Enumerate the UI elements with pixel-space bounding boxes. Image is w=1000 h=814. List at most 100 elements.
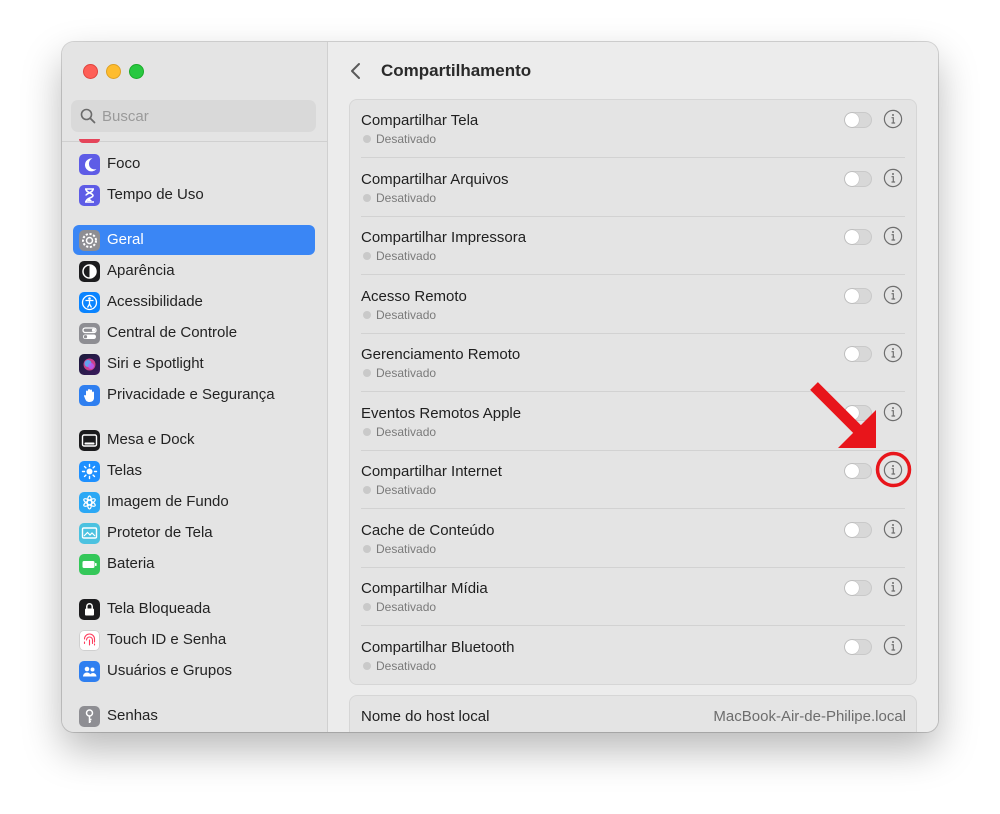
service-status: Desativado	[376, 307, 437, 322]
red-circle-annotation-icon	[875, 451, 912, 488]
sidebar: Buscar Foco Tempo de Uso Geral Aparência…	[62, 42, 328, 732]
service-toggle[interactable]	[844, 580, 872, 596]
service-status: Desativado	[376, 658, 437, 673]
toggles-icon	[79, 323, 100, 344]
sidebar-item-label: Usuários e Grupos	[107, 662, 233, 679]
sidebar-item-tempo-de-uso[interactable]: Tempo de Uso	[73, 180, 315, 210]
local-hostname-row[interactable]: Nome do host local MacBook-Air-de-Philip…	[349, 695, 917, 732]
key-icon	[79, 706, 100, 727]
info-icon[interactable]	[883, 285, 903, 305]
sidebar-item-label: Acessibilidade	[107, 293, 203, 310]
sidebar-item-bateria[interactable]: Bateria	[73, 549, 315, 579]
sidebar-item-geral[interactable]: Geral	[73, 225, 315, 255]
sidebar-item-foco[interactable]: Foco	[73, 149, 315, 179]
info-icon[interactable]	[883, 577, 903, 597]
sidebar-item-senhas[interactable]: Senhas	[73, 701, 315, 731]
minimize-window-button[interactable]	[106, 64, 121, 79]
service-name: Compartilhar Tela	[361, 112, 479, 129]
service-toggle[interactable]	[844, 287, 872, 304]
users-icon	[79, 661, 100, 682]
sharing-row-cache-de-conteudo: Cache de Conteúdo Desativado	[350, 510, 916, 568]
sidebar-item-label: Privacidade e Segurança	[107, 386, 275, 403]
sidebar-item-label: Telas	[107, 462, 143, 479]
hand-icon	[79, 385, 100, 406]
close-window-button[interactable]	[83, 64, 98, 79]
service-name: Compartilhar Bluetooth	[361, 638, 515, 656]
service-status: Desativado	[376, 424, 437, 439]
sidebar-item-siri-e-spotlight[interactable]: Siri e Spotlight	[73, 349, 315, 379]
sidebar-item-label: Aparência	[107, 262, 175, 279]
sidebar-item-label: Geral	[107, 231, 144, 248]
lock-icon	[79, 599, 100, 620]
hostname-value: MacBook-Air-de-Philipe.local	[713, 708, 906, 725]
hourglass-icon	[79, 185, 100, 206]
info-icon[interactable]	[883, 519, 903, 539]
sidebar-item-mesa-e-dock[interactable]: Mesa e Dock	[73, 425, 315, 455]
sidebar-item-label: Senhas	[107, 707, 158, 724]
sharing-row-compartilhar-impressora: Compartilhar Impressora Desativado	[350, 217, 916, 275]
back-chevron-icon[interactable]	[348, 60, 364, 82]
screensaver-icon	[79, 523, 100, 544]
info-icon[interactable]	[883, 402, 903, 422]
sidebar-item-telas[interactable]: Telas	[73, 456, 315, 486]
red-arrow-annotation-icon	[810, 382, 876, 448]
service-name: Gerenciamento Remoto	[361, 346, 521, 363]
sidebar-item-label: Mesa e Dock	[107, 431, 195, 448]
service-toggle[interactable]	[844, 521, 872, 538]
info-icon[interactable]	[883, 168, 903, 188]
toggle-knob	[845, 230, 859, 244]
service-status: Desativado	[376, 190, 437, 205]
service-status: Desativado	[376, 366, 437, 380]
status-dot	[363, 369, 371, 377]
toggle-knob	[845, 639, 859, 654]
service-toggle[interactable]	[844, 170, 872, 187]
sidebar-item-touch-id-e-senha[interactable]: Touch ID e Senha	[73, 625, 315, 655]
status-dot	[363, 310, 371, 319]
service-status: Desativado	[376, 132, 437, 146]
service-toggle[interactable]	[844, 346, 872, 362]
sidebar-item-acessibilidade[interactable]: Acessibilidade	[73, 287, 315, 317]
service-toggle[interactable]	[844, 638, 872, 655]
sidebar-item-aparencia[interactable]: Aparência	[73, 256, 315, 286]
sidebar-item-label: Touch ID e Senha	[107, 631, 227, 648]
sidebar-item-central-de-controle[interactable]: Central de Controle	[73, 318, 315, 348]
status-dot	[363, 661, 371, 670]
gear-icon	[79, 230, 100, 251]
sidebar-item-label: Tela Bloqueada	[107, 600, 211, 617]
service-name: Compartilhar Arquivos	[361, 170, 509, 188]
status-dot	[363, 135, 371, 143]
toggle-knob	[845, 347, 859, 361]
zoom-window-button[interactable]	[129, 64, 144, 79]
service-toggle[interactable]	[844, 229, 872, 245]
sidebar-item-protetor-de-tela[interactable]: Protetor de Tela	[73, 518, 315, 548]
service-name: Cache de Conteúdo	[361, 521, 495, 539]
info-icon[interactable]	[883, 226, 903, 246]
status-dot	[363, 252, 371, 260]
sidebar-item-privacidade-e-seguranca[interactable]: Privacidade e Segurança	[73, 380, 315, 410]
sharing-row-compartilhar-midia: Compartilhar Mídia Desativado	[350, 568, 916, 626]
moon-icon	[79, 154, 100, 175]
status-dot	[363, 193, 371, 202]
accessibility-icon	[79, 292, 100, 313]
sidebar-item-label: Imagem de Fundo	[107, 493, 229, 510]
service-name: Compartilhar Internet	[361, 463, 502, 480]
search-field[interactable]: Buscar	[71, 100, 316, 132]
status-dot	[363, 427, 371, 436]
sun-icon	[79, 461, 100, 482]
sidebar-item-label: Central de Controle	[107, 324, 238, 341]
status-dot	[363, 486, 371, 494]
dock-icon	[79, 430, 100, 451]
info-icon[interactable]	[883, 109, 903, 129]
info-icon[interactable]	[883, 343, 903, 363]
service-toggle[interactable]	[844, 463, 872, 479]
service-toggle[interactable]	[844, 112, 872, 128]
info-icon[interactable]	[883, 636, 903, 656]
sidebar-item-usuarios-e-grupos[interactable]: Usuários e Grupos	[73, 656, 315, 686]
service-status: Desativado	[376, 541, 437, 556]
sidebar-item-label: Protetor de Tela	[107, 524, 213, 541]
sidebar-item-imagem-de-fundo[interactable]: Imagem de Fundo	[73, 487, 315, 517]
hostname-label: Nome do host local	[361, 708, 490, 725]
status-dot	[363, 544, 371, 553]
sidebar-item-tela-bloqueada[interactable]: Tela Bloqueada	[73, 594, 315, 624]
search-placeholder: Buscar	[102, 108, 149, 125]
